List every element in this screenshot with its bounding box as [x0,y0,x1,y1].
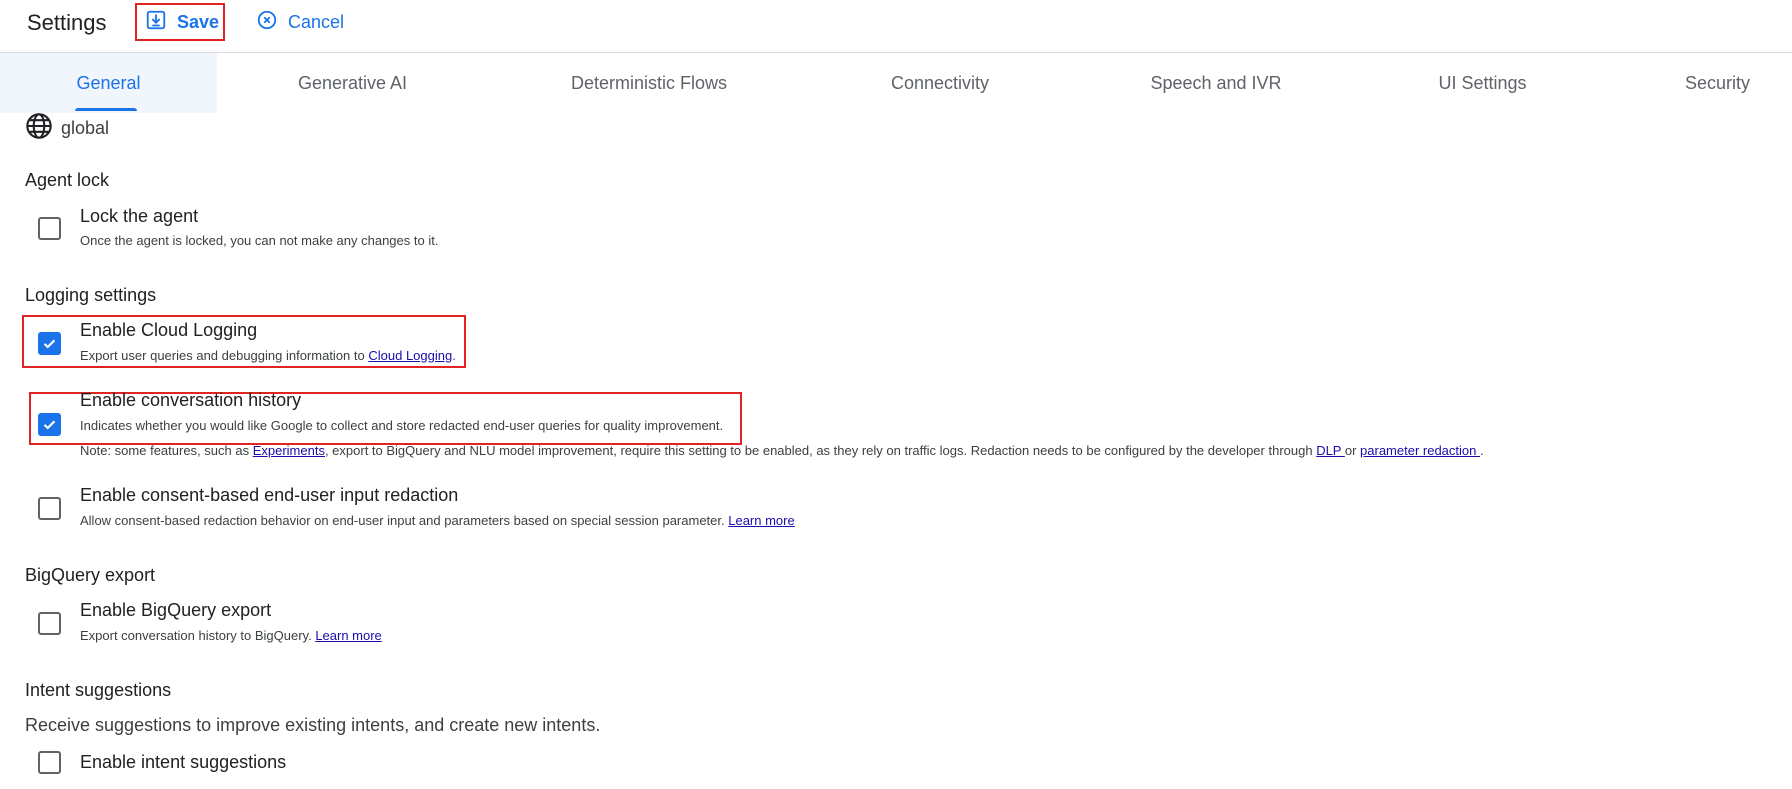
page-title: Settings [27,10,107,35]
learn-more-link[interactable]: Learn more [315,628,381,643]
bigquery-export-checkbox[interactable] [38,612,61,635]
top-bar: Settings Save Cancel [0,0,1792,53]
region-label: global [61,118,110,138]
tab-generative-ai[interactable]: Generative AI [260,53,445,113]
tab-security[interactable]: Security [1660,53,1775,113]
logging-settings-title: Logging settings [25,285,157,305]
intent-suggestions-label: Enable intent suggestions [80,752,287,772]
lock-agent-label: Lock the agent [80,206,199,226]
tab-ui-settings[interactable]: UI Settings [1410,53,1555,113]
learn-more-link[interactable]: Learn more [728,513,794,528]
note-text: . [1479,443,1484,458]
cancel-icon [256,9,278,36]
settings-tabs: General Generative AI Deterministic Flow… [0,53,1792,113]
desc-text: . [452,348,456,363]
tab-label: General [76,72,141,93]
agent-lock-title: Agent lock [25,170,110,190]
conversation-history-desc: Indicates whether you would like Google … [80,418,724,433]
desc-text: Export user queries and debugging inform… [80,348,369,363]
tab-label: UI Settings [1438,72,1527,93]
parameter-redaction-link[interactable]: parameter redaction [1360,443,1480,458]
cloud-logging-label: Enable Cloud Logging [80,320,258,340]
cloud-logging-checkbox[interactable] [38,332,61,355]
globe-icon [25,112,53,145]
checkmark-icon [43,420,56,430]
tab-label: Security [1684,72,1751,93]
intent-suggestions-desc: Receive suggestions to improve existing … [25,715,601,735]
conversation-history-note: Note: some features, such as Experiments… [80,443,1484,458]
note-text: , export to BigQuery and NLU model impro… [324,443,1317,458]
bigquery-export-desc: Export conversation history to BigQuery.… [80,628,382,643]
tab-label: Deterministic Flows [570,72,728,93]
tab-label: Connectivity [890,72,990,93]
checkmark-icon [43,339,56,349]
experiments-link[interactable]: Experiments [253,443,325,458]
cancel-button[interactable]: Cancel [248,5,352,39]
intent-suggestions-checkbox[interactable] [38,751,61,774]
consent-redaction-checkbox[interactable] [38,497,61,520]
tab-speech-and-ivr[interactable]: Speech and IVR [1130,53,1302,113]
cloud-logging-desc: Export user queries and debugging inform… [80,348,456,363]
lock-agent-desc: Once the agent is locked, you can not ma… [80,233,439,248]
conversation-history-checkbox[interactable] [38,413,61,436]
save-icon [145,9,167,36]
note-text: Note: some features, such as [80,443,253,458]
tab-deterministic-flows[interactable]: Deterministic Flows [545,53,753,113]
bigquery-export-title: BigQuery export [25,565,156,585]
desc-text: Export conversation history to BigQuery. [80,628,316,643]
intent-suggestions-title: Intent suggestions [25,680,172,700]
region-indicator: global [25,112,109,145]
desc-text: Allow consent-based redaction behavior o… [80,513,729,528]
cloud-logging-link[interactable]: Cloud Logging [368,348,452,363]
tab-connectivity[interactable]: Connectivity [855,53,1025,113]
save-label: Save [177,11,220,32]
lock-agent-checkbox[interactable] [38,217,61,240]
tab-label: Generative AI [297,72,408,93]
consent-redaction-label: Enable consent-based end-user input reda… [80,485,459,505]
consent-redaction-desc: Allow consent-based redaction behavior o… [80,513,795,528]
conversation-history-label: Enable conversation history [80,390,302,410]
bigquery-export-label: Enable BigQuery export [80,600,272,620]
active-tab-indicator [75,108,137,111]
save-button[interactable]: Save [135,3,225,41]
tab-label: Speech and IVR [1150,72,1282,93]
dlp-link[interactable]: DLP [1316,443,1345,458]
note-text: or [1344,443,1361,458]
cancel-label: Cancel [288,11,345,32]
tab-general[interactable]: General [0,53,217,113]
